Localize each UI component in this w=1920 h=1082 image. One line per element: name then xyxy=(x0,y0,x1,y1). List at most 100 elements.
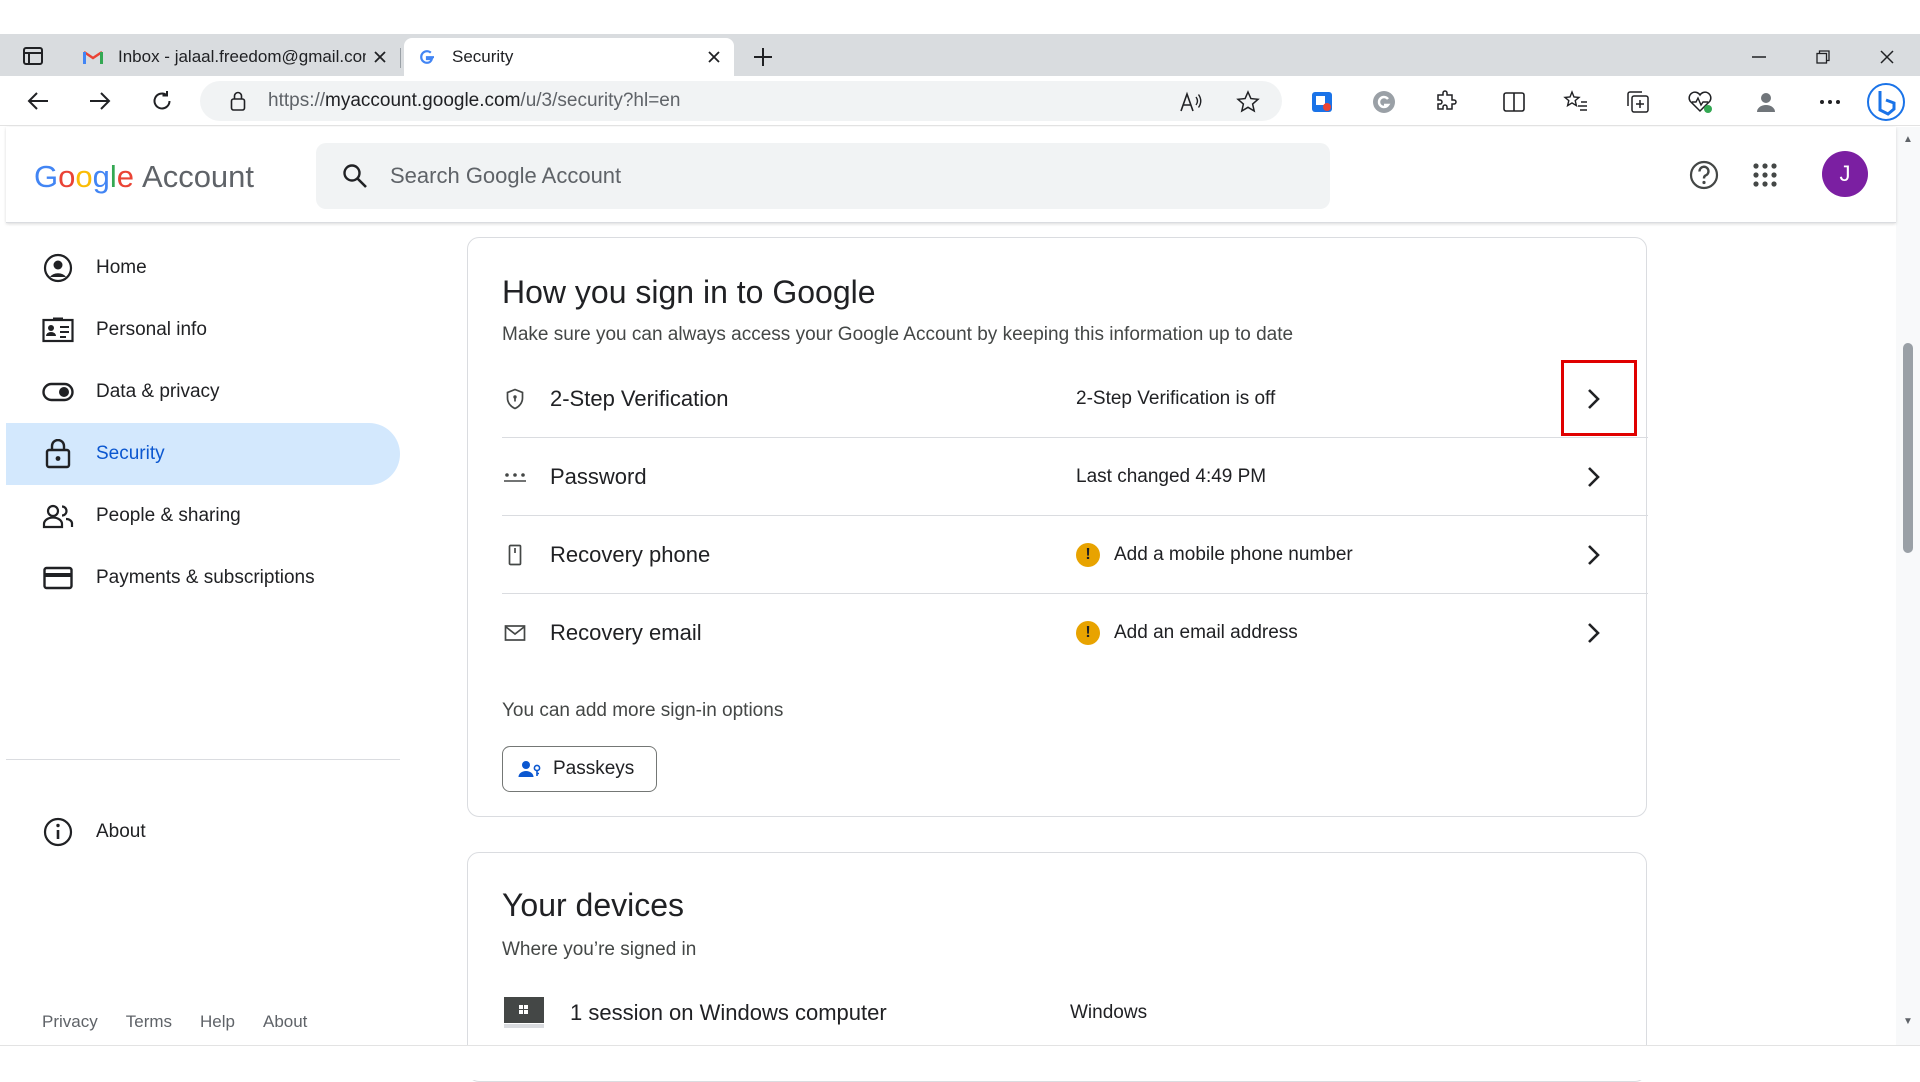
reload-icon[interactable] xyxy=(146,85,178,117)
warning-icon: ! xyxy=(1076,542,1100,567)
sidebar-item-payments[interactable]: Payments & subscriptions xyxy=(6,547,400,609)
help-icon[interactable] xyxy=(1686,157,1722,193)
footer-link-help[interactable]: Help xyxy=(200,1012,235,1032)
screen-bottom-margin xyxy=(0,1045,1920,1080)
password-dots-icon xyxy=(502,464,528,490)
browser-essentials-icon[interactable] xyxy=(1686,88,1714,116)
chevron-right-icon[interactable] xyxy=(1578,383,1610,415)
row-2-step-verification[interactable]: 2-Step Verification 2-Step Verification … xyxy=(502,360,1648,438)
footer-link-terms[interactable]: Terms xyxy=(126,1012,172,1032)
forward-arrow-icon[interactable] xyxy=(84,85,116,117)
gmail-icon xyxy=(82,46,104,68)
phone-icon xyxy=(502,542,528,568)
bing-copilot-icon[interactable] xyxy=(1866,82,1906,122)
row-recovery-email[interactable]: Recovery email ! Add an email address xyxy=(502,594,1648,672)
people-icon xyxy=(40,498,76,534)
profile-icon[interactable] xyxy=(1752,88,1780,116)
row-label: Recovery email xyxy=(550,620,702,645)
passkeys-button[interactable]: Passkeys xyxy=(502,746,658,792)
row-password[interactable]: Password Last changed 4:49 PM xyxy=(502,438,1648,516)
row-label: Recovery phone xyxy=(550,541,711,567)
device-label: 1 session on Windows computer xyxy=(570,1000,887,1025)
scroll-down-arrow-icon[interactable]: ▼ xyxy=(1903,1017,1913,1027)
row-value-text: Add a mobile phone number xyxy=(1114,543,1353,565)
back-arrow-icon[interactable] xyxy=(22,85,54,117)
new-tab-plus-icon[interactable] xyxy=(748,42,778,72)
google-account-logo[interactable]: Go o g l e Account xyxy=(34,159,254,195)
mail-icon xyxy=(502,620,528,646)
logo-letter: g xyxy=(92,159,110,194)
row-recovery-phone[interactable]: Recovery phone ! Add a mobile phone numb… xyxy=(502,516,1648,594)
passkeys-label: Passkeys xyxy=(553,758,635,779)
collections-icon[interactable] xyxy=(1624,88,1652,116)
url-scheme: https:// xyxy=(268,90,326,111)
address-bar[interactable]: https://myaccount.google.com/u/3/securit… xyxy=(200,81,1282,121)
sidebar-item-label: People & sharing xyxy=(96,505,241,526)
read-aloud-icon[interactable] xyxy=(1178,89,1204,115)
sidebar-item-personal-info[interactable]: Personal info xyxy=(6,299,400,361)
shield-icon xyxy=(502,386,528,412)
footer-link-about[interactable]: About xyxy=(263,1012,307,1032)
sidebar-item-data-privacy[interactable]: Data & privacy xyxy=(6,361,400,423)
sidebar-item-label: Home xyxy=(96,257,147,278)
sidebar-item-about[interactable]: About xyxy=(6,801,400,863)
sidebar-nav: Home Personal info Data & privacy Securi… xyxy=(6,237,400,1037)
favorite-star-icon[interactable] xyxy=(1235,89,1261,115)
account-circle-icon xyxy=(40,250,76,286)
scroll-up-arrow-icon[interactable]: ▲ xyxy=(1903,135,1913,145)
tab-actions-icon[interactable] xyxy=(18,44,48,68)
split-screen-icon[interactable] xyxy=(1500,88,1528,116)
close-tab-icon[interactable] xyxy=(366,43,394,71)
extensions-puzzle-icon[interactable] xyxy=(1432,88,1460,116)
chevron-right-icon[interactable] xyxy=(1578,461,1610,493)
chevron-right-icon[interactable] xyxy=(1578,539,1610,571)
search-bar[interactable] xyxy=(316,143,1330,209)
sidebar-item-label: About xyxy=(96,821,146,842)
sidebar-item-label: Security xyxy=(96,443,165,464)
logo-letter: e xyxy=(116,159,135,194)
more-menu-icon[interactable] xyxy=(1816,88,1844,116)
chevron-right-icon[interactable] xyxy=(1578,617,1610,649)
device-session-row[interactable]: 1 session on Windows computer Windows xyxy=(502,988,1602,1038)
device-os: Windows xyxy=(1070,1002,1148,1023)
row-value: ! Add a mobile phone number xyxy=(1076,542,1648,567)
footer-links: Privacy Terms Help About xyxy=(42,1012,307,1032)
nav-divider xyxy=(6,759,400,760)
toggle-icon xyxy=(40,374,76,410)
sidebar-item-home[interactable]: Home xyxy=(6,237,400,299)
warning-icon: ! xyxy=(1076,621,1100,645)
row-value-text: Add an email address xyxy=(1114,622,1298,643)
minimize-icon[interactable] xyxy=(1736,42,1782,72)
card-subtitle: Where you’re signed in xyxy=(502,939,697,960)
favorites-list-icon[interactable] xyxy=(1562,88,1590,116)
grammarly-extension-icon[interactable] xyxy=(1370,88,1398,116)
page-viewport: GoogleAccount J Home Personal info xyxy=(0,127,1920,1082)
page-scrollbar[interactable]: ▲ ▼ xyxy=(1896,127,1920,1045)
url-text: https://myaccount.google.com/u/3/securit… xyxy=(268,90,1282,112)
sidebar-item-security[interactable]: Security xyxy=(6,423,400,485)
extension-blue-icon[interactable] xyxy=(1308,88,1336,116)
card-subtitle: Make sure you can always access your Goo… xyxy=(502,324,1294,345)
close-tab-icon[interactable] xyxy=(700,43,728,71)
screen-top-margin xyxy=(0,0,1920,34)
row-value: ! Add an email address xyxy=(1076,621,1648,645)
avatar[interactable]: J xyxy=(1822,151,1868,197)
tab-gmail-inbox[interactable]: Inbox - jalaal.freedom@gmail.com xyxy=(70,38,400,76)
scrollbar-thumb[interactable] xyxy=(1903,343,1913,553)
site-lock-icon[interactable] xyxy=(226,91,250,111)
passkey-person-icon xyxy=(517,756,543,782)
row-label: Password xyxy=(550,463,647,489)
card-title: How you sign in to Google xyxy=(502,274,876,310)
search-icon[interactable] xyxy=(338,159,372,193)
id-card-icon xyxy=(40,312,76,348)
footer-link-privacy[interactable]: Privacy xyxy=(42,1012,98,1032)
search-input[interactable] xyxy=(390,163,1290,189)
sidebar-item-people-sharing[interactable]: People & sharing xyxy=(6,485,400,547)
credit-card-icon xyxy=(40,560,76,596)
logo-letter: G xyxy=(34,159,59,194)
signin-methods-card: How you sign in to Google Make sure you … xyxy=(467,237,1648,817)
apps-grid-icon[interactable] xyxy=(1747,157,1783,193)
close-window-icon[interactable] xyxy=(1864,42,1910,72)
tab-security[interactable]: Security xyxy=(404,38,734,76)
restore-icon[interactable] xyxy=(1800,42,1846,72)
